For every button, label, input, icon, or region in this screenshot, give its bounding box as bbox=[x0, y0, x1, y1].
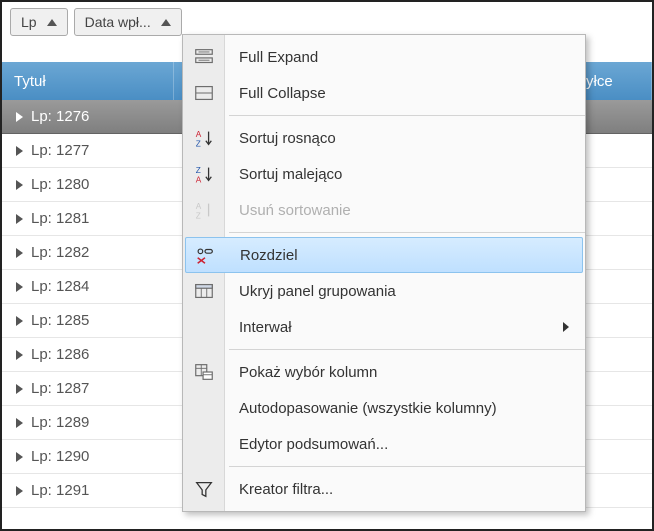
menu-item-label: Autodopasowanie (wszystkie kolumny) bbox=[239, 400, 497, 417]
summary-editor-icon bbox=[191, 431, 217, 457]
expand-icon bbox=[16, 180, 23, 190]
expand-icon bbox=[16, 316, 23, 326]
menu-item-label: Sortuj rosnąco bbox=[239, 130, 336, 147]
svg-text:A: A bbox=[196, 175, 202, 184]
expand-icon bbox=[16, 452, 23, 462]
expand-icon bbox=[16, 248, 23, 258]
menu-interval[interactable]: Interwał bbox=[183, 309, 585, 345]
menu-item-label: Full Expand bbox=[239, 49, 318, 66]
group-row-label: Lp: 1290 bbox=[31, 448, 89, 465]
menu-item-label: Usuń sortowanie bbox=[239, 202, 351, 219]
sort-asc-icon: AZ bbox=[191, 125, 217, 151]
full-collapse-icon bbox=[191, 80, 217, 106]
column-chooser-icon bbox=[191, 359, 217, 385]
expand-icon bbox=[16, 282, 23, 292]
menu-full-collapse[interactable]: Full Collapse bbox=[183, 75, 585, 111]
autofit-icon bbox=[191, 395, 217, 421]
group-row-label: Lp: 1276 bbox=[31, 108, 89, 125]
menu-sort-asc[interactable]: AZ Sortuj rosnąco bbox=[183, 120, 585, 156]
svg-text:Z: Z bbox=[196, 211, 201, 220]
menu-item-label: Interwał bbox=[239, 319, 292, 336]
menu-separator bbox=[229, 232, 585, 233]
menu-item-label: Pokaż wybór kolumn bbox=[239, 364, 377, 381]
expand-icon bbox=[16, 418, 23, 428]
menu-separator bbox=[229, 466, 585, 467]
svg-text:Z: Z bbox=[196, 139, 201, 148]
menu-autofit[interactable]: Autodopasowanie (wszystkie kolumny) bbox=[183, 390, 585, 426]
expand-icon bbox=[16, 146, 23, 156]
expand-icon bbox=[16, 486, 23, 496]
menu-separator bbox=[229, 115, 585, 116]
group-chip-label: Data wpł... bbox=[85, 14, 151, 30]
group-row-label: Lp: 1282 bbox=[31, 244, 89, 261]
group-row-label: Lp: 1285 bbox=[31, 312, 89, 329]
group-chip-lp[interactable]: Lp bbox=[10, 8, 68, 36]
group-row-label: Lp: 1280 bbox=[31, 176, 89, 193]
expand-icon bbox=[16, 112, 23, 122]
group-chip-date[interactable]: Data wpł... bbox=[74, 8, 182, 36]
hide-group-panel-icon bbox=[191, 278, 217, 304]
sort-desc-icon: ZA bbox=[191, 161, 217, 187]
svg-text:A: A bbox=[196, 202, 202, 211]
menu-separator bbox=[229, 349, 585, 350]
full-expand-icon bbox=[191, 44, 217, 70]
submenu-arrow-icon bbox=[563, 322, 569, 332]
svg-text:A: A bbox=[196, 130, 202, 139]
sort-asc-icon bbox=[47, 19, 57, 26]
menu-item-label: Edytor podsumowań... bbox=[239, 436, 388, 453]
svg-text:Z: Z bbox=[196, 166, 201, 175]
menu-summary-editor[interactable]: Edytor podsumowań... bbox=[183, 426, 585, 462]
funnel-icon bbox=[191, 476, 217, 502]
group-row-label: Lp: 1284 bbox=[31, 278, 89, 295]
column-header-label: Tytuł bbox=[14, 73, 46, 90]
expand-icon bbox=[16, 214, 23, 224]
sort-asc-icon bbox=[161, 19, 171, 26]
group-row-label: Lp: 1281 bbox=[31, 210, 89, 227]
interval-icon bbox=[191, 314, 217, 340]
menu-item-label: Sortuj malejąco bbox=[239, 166, 342, 183]
menu-full-expand[interactable]: Full Expand bbox=[183, 39, 585, 75]
menu-item-label: Kreator filtra... bbox=[239, 481, 333, 498]
column-header-label: yłce bbox=[586, 73, 613, 90]
group-row-label: Lp: 1286 bbox=[31, 346, 89, 363]
group-row-label: Lp: 1287 bbox=[31, 380, 89, 397]
menu-item-label: Ukryj panel grupowania bbox=[239, 283, 396, 300]
group-row-label: Lp: 1291 bbox=[31, 482, 89, 499]
menu-hide-group-panel[interactable]: Ukryj panel grupowania bbox=[183, 273, 585, 309]
group-row-label: Lp: 1289 bbox=[31, 414, 89, 431]
menu-item-label: Full Collapse bbox=[239, 85, 326, 102]
group-row-label: Lp: 1277 bbox=[31, 142, 89, 159]
expand-icon bbox=[16, 350, 23, 360]
menu-item-label: Rozdziel bbox=[240, 247, 298, 264]
menu-ungroup[interactable]: Rozdziel bbox=[185, 237, 583, 273]
menu-column-chooser[interactable]: Pokaż wybór kolumn bbox=[183, 354, 585, 390]
menu-sort-desc[interactable]: ZA Sortuj malejąco bbox=[183, 156, 585, 192]
clear-sort-icon: AZ bbox=[191, 197, 217, 223]
context-menu: Full Expand Full Collapse AZ Sortuj rosn… bbox=[182, 34, 586, 512]
ungroup-icon bbox=[192, 242, 218, 268]
column-header-title[interactable]: Tytuł bbox=[2, 62, 174, 100]
menu-filter-wizard[interactable]: Kreator filtra... bbox=[183, 471, 585, 507]
expand-icon bbox=[16, 384, 23, 394]
menu-clear-sort: AZ Usuń sortowanie bbox=[183, 192, 585, 228]
group-chip-label: Lp bbox=[21, 14, 37, 30]
